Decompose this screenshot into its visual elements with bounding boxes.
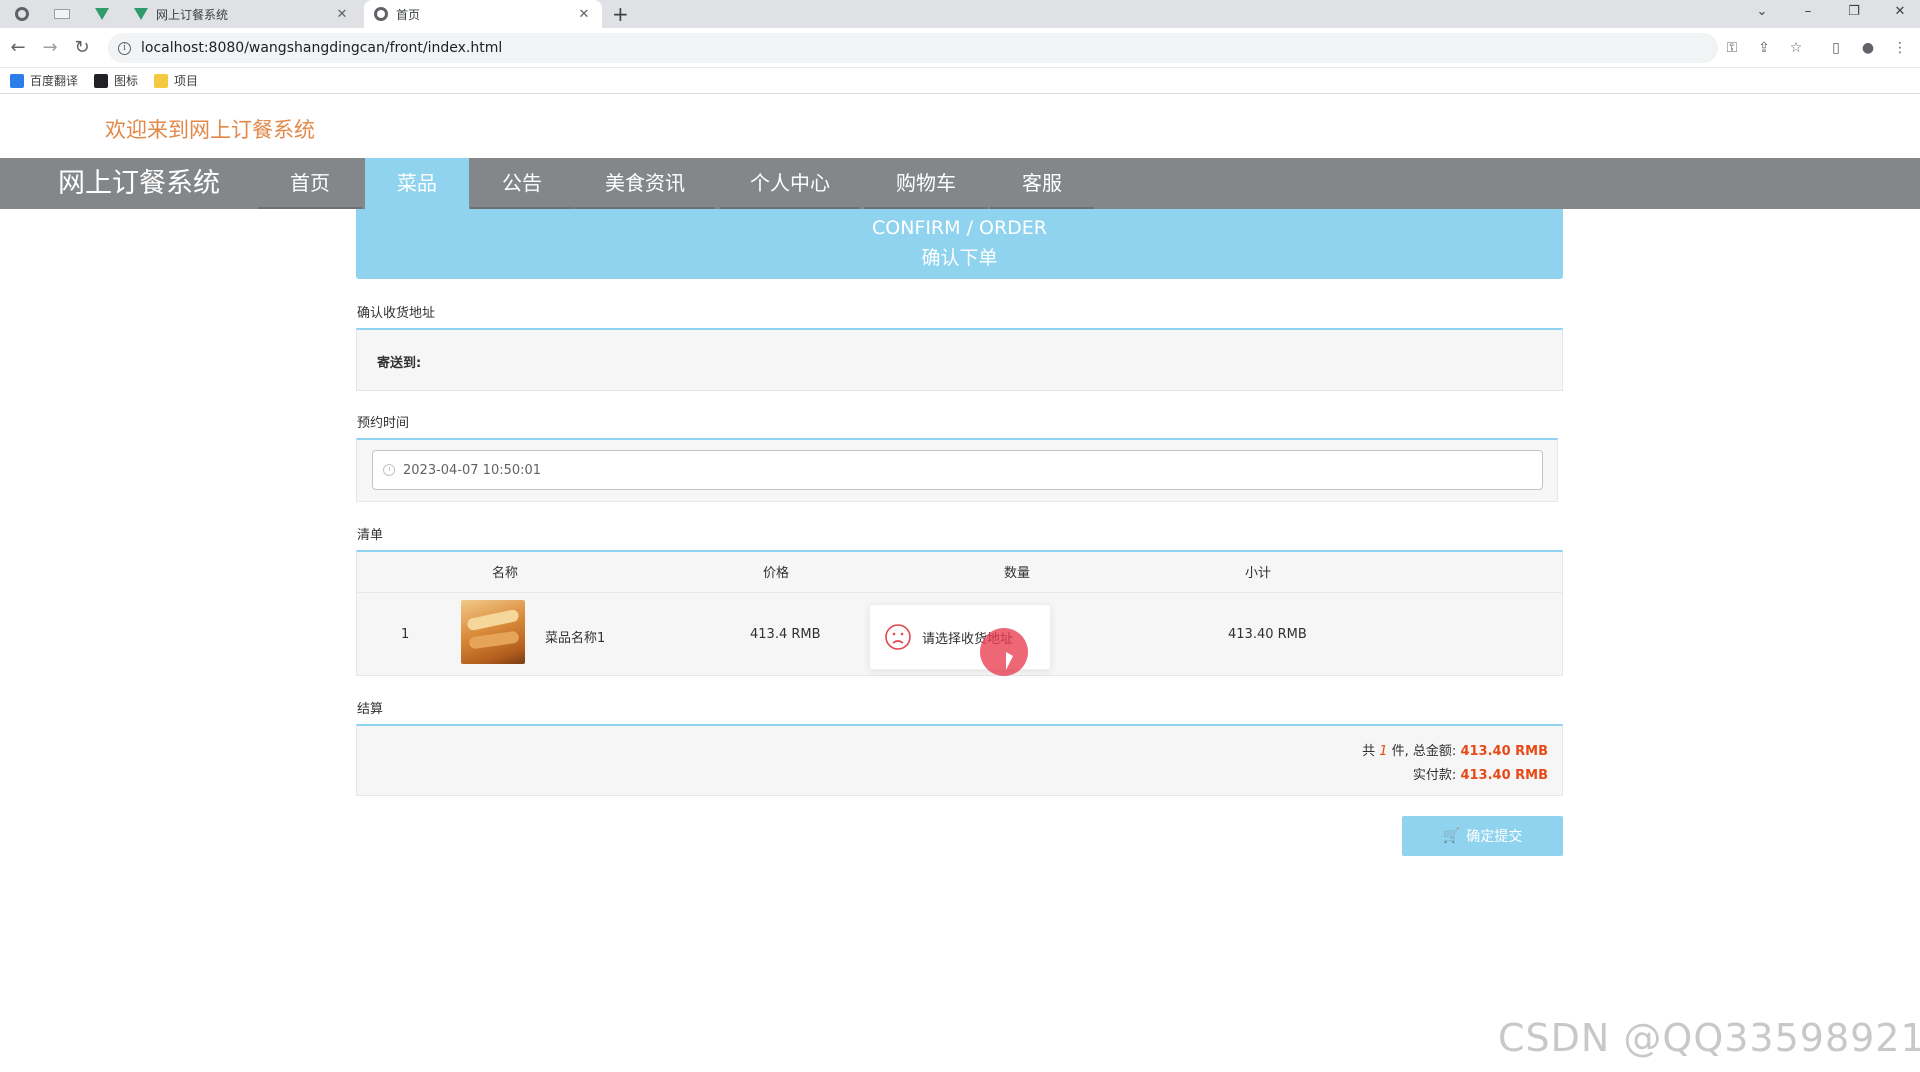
restore-icon[interactable]: ❐ (1842, 2, 1866, 22)
dish-subtotal: 413.40 RMB (1228, 627, 1307, 642)
address-box: 寄送到: (356, 328, 1563, 391)
close-icon[interactable]: ✕ (334, 7, 350, 22)
submit-order-button[interactable]: 🛒 确定提交 (1402, 816, 1563, 856)
dish-image[interactable] (461, 600, 525, 664)
appointment-datetime-input[interactable]: 2023-04-07 10:50:01 (372, 450, 1543, 490)
bookmark-label: 百度翻译 (30, 74, 79, 88)
order-list-table: 名称 价格 数量 小计 1 菜品名称1 413.4 RMB 413.40 RMB… (356, 550, 1563, 676)
settlement-box: 共 1 件, 总金额: 413.40 RMB 实付款: 413.40 RMB (356, 724, 1563, 796)
site-brand[interactable]: 网上订餐系统 (58, 158, 220, 209)
globe-icon (374, 7, 388, 21)
dish-name[interactable]: 菜品名称1 (545, 627, 605, 646)
bookmark-label: 图标 (114, 74, 139, 88)
total-summary: 共 1 件, 总金额: 413.40 RMB (1362, 740, 1548, 759)
browser-tab-strip: 网上订餐系统 ✕ 首页 ✕ + ⌄ – ❐ ✕ (0, 0, 1920, 28)
share-icon[interactable]: ⇪ (1754, 38, 1774, 58)
row-index: 1 (401, 627, 410, 642)
folder-icon (154, 73, 169, 88)
submit-label: 确定提交 (1466, 829, 1523, 845)
bookmarks-bar: 百度翻译 图标 项目 (0, 68, 1920, 94)
tab-home[interactable]: 首页 ✕ (364, 0, 602, 28)
nav-item-cart[interactable]: 购物车 (864, 158, 988, 209)
back-icon[interactable]: ← (6, 36, 30, 60)
ship-to-label: 寄送到: (377, 356, 422, 371)
nav-item-personal-center[interactable]: 个人中心 (720, 158, 860, 209)
info-icon[interactable]: i (118, 41, 131, 55)
key-icon[interactable]: ⚿ (1722, 38, 1742, 58)
menu-icon[interactable]: ⋮ (1890, 38, 1910, 58)
vue-logo-icon (134, 8, 148, 20)
count-suffix: 件, 总金额: (1391, 744, 1457, 759)
cursor-highlight (980, 628, 1028, 676)
translate-icon (10, 73, 24, 88)
sad-face-icon (885, 624, 911, 650)
new-tab-button[interactable]: + (612, 3, 629, 25)
forward-icon[interactable]: → (38, 36, 62, 60)
paid-amount: 413.40 RMB (1460, 768, 1548, 783)
total-amount: 413.40 RMB (1460, 744, 1548, 759)
window-close-icon[interactable]: ✕ (1888, 2, 1912, 22)
settlement-section-title: 结算 (357, 702, 384, 717)
column-header-name: 名称 (491, 566, 518, 581)
bookmark-item[interactable]: 百度翻译 (10, 72, 78, 89)
star-icon[interactable]: ☆ (1786, 38, 1806, 58)
item-count: 1 (1379, 744, 1388, 759)
pinned-tab[interactable] (48, 3, 76, 25)
nav-item-notices[interactable]: 公告 (470, 158, 574, 209)
main-navbar: 网上订餐系统 首页 菜品 公告 美食资讯 个人中心 购物车 客服 (0, 158, 1920, 209)
banner-title-cn: 确认下单 (921, 247, 998, 269)
column-header-price: 价格 (762, 566, 789, 581)
pinned-tab[interactable] (88, 3, 116, 25)
nav-item-dishes[interactable]: 菜品 (365, 158, 469, 209)
count-prefix: 共 (1362, 744, 1376, 759)
clock-icon (383, 464, 395, 476)
side-panel-icon[interactable]: ▯ (1826, 38, 1846, 58)
vue-logo-icon (95, 8, 109, 20)
welcome-text: 欢迎来到网上订餐系统 (105, 118, 315, 142)
nav-item-home[interactable]: 首页 (258, 158, 362, 209)
paid-summary: 实付款: 413.40 RMB (1413, 764, 1548, 783)
tab-label: 首页 (396, 7, 421, 22)
tab-label: 网上订餐系统 (156, 7, 229, 22)
row-divider (357, 592, 1562, 593)
url-input[interactable]: i localhost:8080/wangshangdingcan/front/… (108, 33, 1718, 63)
bookmark-item[interactable]: 图标 (94, 72, 138, 89)
paid-label: 实付款: (1412, 768, 1457, 783)
pinned-tab[interactable] (8, 3, 36, 25)
tab-search-icon[interactable]: ⌄ (1750, 2, 1774, 22)
close-icon[interactable]: ✕ (576, 7, 592, 22)
mail-icon (54, 9, 70, 19)
appointment-datetime-value: 2023-04-07 10:50:01 (403, 462, 542, 478)
globe-icon (15, 7, 29, 21)
nav-item-customer-service[interactable]: 客服 (990, 158, 1094, 209)
watermark: CSDN @QQ3359892174 (1498, 1016, 1920, 1060)
nav-item-food-news[interactable]: 美食资讯 (575, 158, 715, 209)
cart-icon: 🛒 (1442, 828, 1461, 844)
banner-title-en: CONFIRM / ORDER (871, 217, 1048, 239)
bookmark-label: 项目 (174, 74, 199, 88)
column-header-subtotal: 小计 (1244, 566, 1271, 581)
appointment-box: 2023-04-07 10:50:01 (356, 438, 1558, 502)
reload-icon[interactable]: ↻ (70, 36, 94, 60)
dish-price: 413.4 RMB (750, 627, 821, 642)
minimize-icon[interactable]: – (1796, 2, 1820, 22)
bookmark-item[interactable]: 项目 (154, 72, 198, 89)
confirm-order-banner: CONFIRM / ORDER 确认下单 (356, 209, 1563, 279)
address-section-title: 确认收货地址 (357, 306, 436, 321)
cursor-arrow-icon (1006, 652, 1013, 670)
list-section-title: 清单 (357, 528, 384, 543)
appointment-section-title: 预约时间 (357, 416, 410, 431)
tab-ordering-system[interactable]: 网上订餐系统 ✕ (124, 0, 360, 28)
url-text: localhost:8080/wangshangdingcan/front/in… (141, 40, 503, 56)
profile-icon[interactable]: ● (1858, 38, 1878, 58)
address-bar: ← → ↻ i localhost:8080/wangshangdingcan/… (0, 28, 1920, 68)
column-header-quantity: 数量 (1003, 566, 1030, 581)
image-icon (94, 73, 109, 88)
